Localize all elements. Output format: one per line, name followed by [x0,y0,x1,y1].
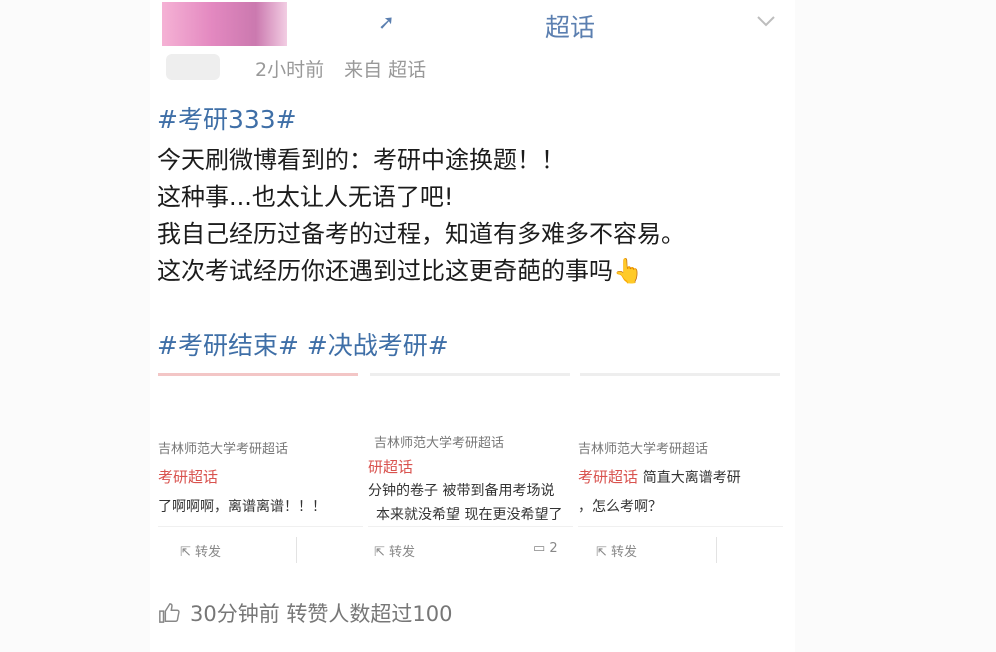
tile-source: 吉林师范大学考研超话 [578,442,709,457]
tile-topic: 研超话 [368,458,414,476]
post-text-last: 这次考试经历你还遇到过比这更奇葩的事吗 [157,257,613,285]
forward-button[interactable]: ⇱ 转发 [596,541,637,560]
tile-text: 了啊啊啊，离谱离谱！！！ [158,499,326,515]
forward-label: 转发 [389,545,416,560]
censored-username [162,2,287,46]
pointing-up-icon: 👆 [613,257,643,285]
tile-text-2: 本来就没希望 现在更没希望了 [376,507,563,523]
post-text-line: 这次考试经历你还遇到过比这更奇葩的事吗👆 [157,251,643,286]
divider [296,537,297,563]
post-text-line: 今天刷微博看到的：考研中途换题！！ [157,146,565,174]
forward-label: 转发 [195,545,222,560]
link-icon: ➚ [378,10,395,34]
post-text-line: 这种事...也太让人无语了吧! [157,183,454,211]
forward-label: 转发 [611,545,638,560]
tag-juezhan-kaoyan[interactable]: #决战考研# [307,331,449,360]
comment-count: 2 [549,541,558,556]
image-tile[interactable]: 吉林师范大学考研超话 考研超话 简直大离谱考研 ，怎么考啊？ ⇱ 转发 [578,376,783,576]
tile-source: 吉林师范大学考研超话 [158,442,289,457]
tile-topic: 考研超话 简直大离谱考研 [578,466,741,487]
tile-text-2: ，怎么考啊？ [578,499,662,515]
tag-kaoyan-end[interactable]: #考研结束# [157,331,299,360]
tile-footer: ⇱ 转发 [158,526,363,573]
image-tile[interactable]: 吉林师范大学考研超话 考研超话 了啊啊啊，离谱离谱！！！ ⇱ 转发 [158,376,363,576]
likes-text: 30分钟前 转赞人数超过100 [190,602,453,626]
comment-button[interactable]: ▭ 2 [533,541,558,556]
post-meta: 2小时前 来自 超话 [255,55,440,82]
post-tags: #考研结束# #决战考研# [157,326,449,362]
tile-topic-label: 考研超话 [578,468,639,486]
forward-button[interactable]: ⇱ 转发 [180,541,221,560]
post-text-line: 我自己经历过备考的过程，知道有多难多不容易。 [157,220,685,248]
tile-text: 分钟的卷子 被带到备用考场说 [368,483,555,499]
post-hashtag[interactable]: #考研333# [157,100,297,136]
forward-button[interactable]: ⇱ 转发 [374,541,415,560]
tile-footer: ⇱ 转发 ▭ 2 [368,526,573,573]
tile-source: 吉林师范大学考研超话 [374,436,505,451]
weibo-post-card: ➚ 超话 2小时前 来自 超话 #考研333# 今天刷微博看到的：考研中途换题！… [150,0,795,652]
post-source[interactable]: 来自 超话 [344,59,426,81]
topic-name[interactable]: 超话 [545,8,595,44]
avatar[interactable] [166,54,220,80]
thumbs-up-icon[interactable] [158,602,180,624]
like-status: 30分钟前 转赞人数超过100 [158,598,452,628]
image-tile[interactable]: 吉林师范大学考研超话 研超话 分钟的卷子 被带到备用考场说 本来就没希望 现在更… [368,376,573,576]
chevron-down-icon[interactable] [755,10,777,32]
tile-footer: ⇱ 转发 [578,526,783,573]
tile-text: 简直大离谱考研 [642,470,741,486]
image-grid: 吉林师范大学考研超话 考研超话 了啊啊啊，离谱离谱！！！ ⇱ 转发 吉林师范大学… [158,376,788,576]
post-time: 2小时前 [255,59,325,81]
divider [716,537,717,563]
tile-topic: 考研超话 [158,468,219,486]
screenshot: { "topic": { "name": "超话", "icon": "link… [0,0,996,652]
